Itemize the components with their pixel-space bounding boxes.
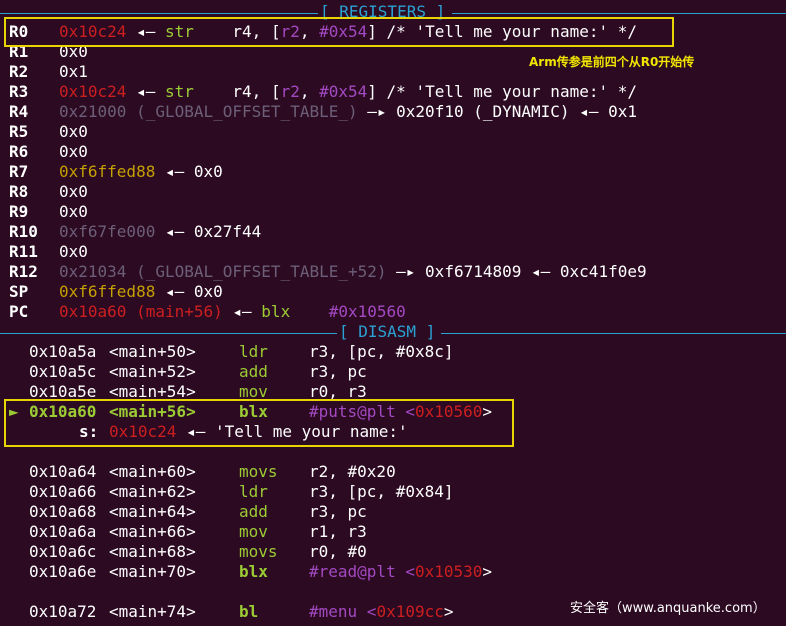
- instruction-operands: r3, [pc, #0x84]: [309, 482, 454, 501]
- register-name: R9: [9, 202, 29, 221]
- instruction-symbol: <main+62>: [109, 482, 196, 501]
- register-deref: ◂— blx #0x10560: [222, 302, 406, 321]
- instruction-operands: #menu <: [309, 602, 377, 621]
- register-value: 0x0: [59, 142, 88, 161]
- register-value: 0xf6ffed88: [59, 282, 156, 301]
- register-name: R8: [9, 182, 29, 201]
- register-deref: —▸ 0xf6714809 ◂— 0xc41f0e9: [386, 262, 647, 281]
- watermark: 安全客（www.anquanke.com）: [570, 601, 766, 616]
- register-deref: ◂— 0x27f44: [155, 222, 262, 241]
- register-deref: ◂— str r4, [r2, #0x54] /* 'Tell me your …: [126, 82, 637, 101]
- register-name: R3: [9, 82, 29, 101]
- instruction-address: 0x10a72: [29, 602, 97, 621]
- register-value: 0x0: [59, 182, 88, 201]
- instruction-mnemonic: blx: [239, 562, 268, 581]
- register-name: R4: [9, 102, 29, 121]
- instruction-address: 0x10a6a: [29, 522, 97, 541]
- instruction-symbol: <main+66>: [109, 522, 196, 541]
- instruction-operands: r3, [pc, #0x8c]: [309, 342, 454, 361]
- instruction-symbol: <main+74>: [109, 602, 196, 621]
- register-value: 0x21034 (_GLOBAL_OFFSET_TABLE_+52): [59, 262, 387, 281]
- current-instruction-highlight-box: [4, 399, 514, 447]
- instruction-address: 0x10a66: [29, 482, 97, 501]
- instruction-mnemonic: ldr: [239, 482, 268, 501]
- instruction-mnemonic: bl: [239, 602, 259, 621]
- instruction-mnemonic: mov: [239, 522, 268, 541]
- register-value: 0xf6ffed88: [59, 162, 156, 181]
- register-deref: ◂— 0x0: [155, 282, 223, 301]
- call-target-address: 0x109cc: [376, 602, 444, 621]
- instruction-mnemonic: movs: [239, 542, 278, 561]
- register-name: R11: [9, 242, 38, 261]
- instruction-mnemonic: ldr: [239, 342, 268, 361]
- instruction-address: 0x10a6c: [29, 542, 97, 561]
- instruction-address: 0x10a5a: [29, 342, 97, 361]
- instruction-symbol: <main+50>: [109, 342, 196, 361]
- register-name: R10: [9, 222, 38, 241]
- register-value: 0xf67fe000: [59, 222, 156, 241]
- register-name: R2: [9, 62, 29, 81]
- instruction-mnemonic: add: [239, 362, 268, 381]
- call-target-close: >: [443, 602, 454, 621]
- instruction-symbol: <main+64>: [109, 502, 196, 521]
- instruction-mnemonic: movs: [239, 462, 278, 481]
- register-name: R7: [9, 162, 29, 181]
- instruction-operands: r0, #0: [309, 542, 367, 561]
- register-name: R5: [9, 122, 29, 141]
- instruction-address: 0x10a64: [29, 462, 97, 481]
- instruction-symbol: <main+68>: [109, 542, 196, 561]
- register-name: R6: [9, 142, 29, 161]
- register-deref: —▸ 0x20f10 (_DYNAMIC) ◂— 0x1: [357, 102, 637, 121]
- instruction-symbol: <main+60>: [109, 462, 196, 481]
- register-value: 0x0: [59, 202, 88, 221]
- annotation-note: Arm传参是前四个从R0开始传: [529, 55, 695, 69]
- register-value: 0x21000 (_GLOBAL_OFFSET_TABLE_): [59, 102, 358, 121]
- instruction-operands: r1, r3: [309, 522, 367, 541]
- instruction-address: 0x10a6e: [29, 562, 97, 581]
- register-value: 0x0: [59, 242, 88, 261]
- call-target-close: >: [482, 562, 493, 581]
- register-name: R12: [9, 262, 38, 281]
- register-value: 0x0: [59, 122, 88, 141]
- disasm-header: [ DISASM ]: [0, 322, 786, 342]
- instruction-address: 0x10a68: [29, 502, 97, 521]
- register-value: 0x10c24: [59, 82, 127, 101]
- register-name: SP: [9, 282, 29, 301]
- call-target-address: 0x10530: [414, 562, 483, 581]
- register-name: PC: [9, 302, 29, 321]
- register-deref: ◂— 0x0: [155, 162, 223, 181]
- disasm-header-title: [ DISASM ]: [339, 322, 436, 341]
- instruction-symbol: <main+52>: [109, 362, 196, 381]
- instruction-operands: #read@plt <: [309, 562, 415, 581]
- instruction-operands: r3, pc: [309, 362, 367, 381]
- instruction-mnemonic: add: [239, 502, 268, 521]
- instruction-address: 0x10a5c: [29, 362, 97, 381]
- r0-highlight-box: [4, 17, 674, 47]
- instruction-operands: r3, pc: [309, 502, 367, 521]
- instruction-symbol: <main+70>: [109, 562, 196, 581]
- instruction-operands: r2, #0x20: [309, 462, 396, 481]
- register-value: 0x10a60 (main+56): [59, 302, 223, 321]
- register-value: 0x1: [59, 62, 88, 81]
